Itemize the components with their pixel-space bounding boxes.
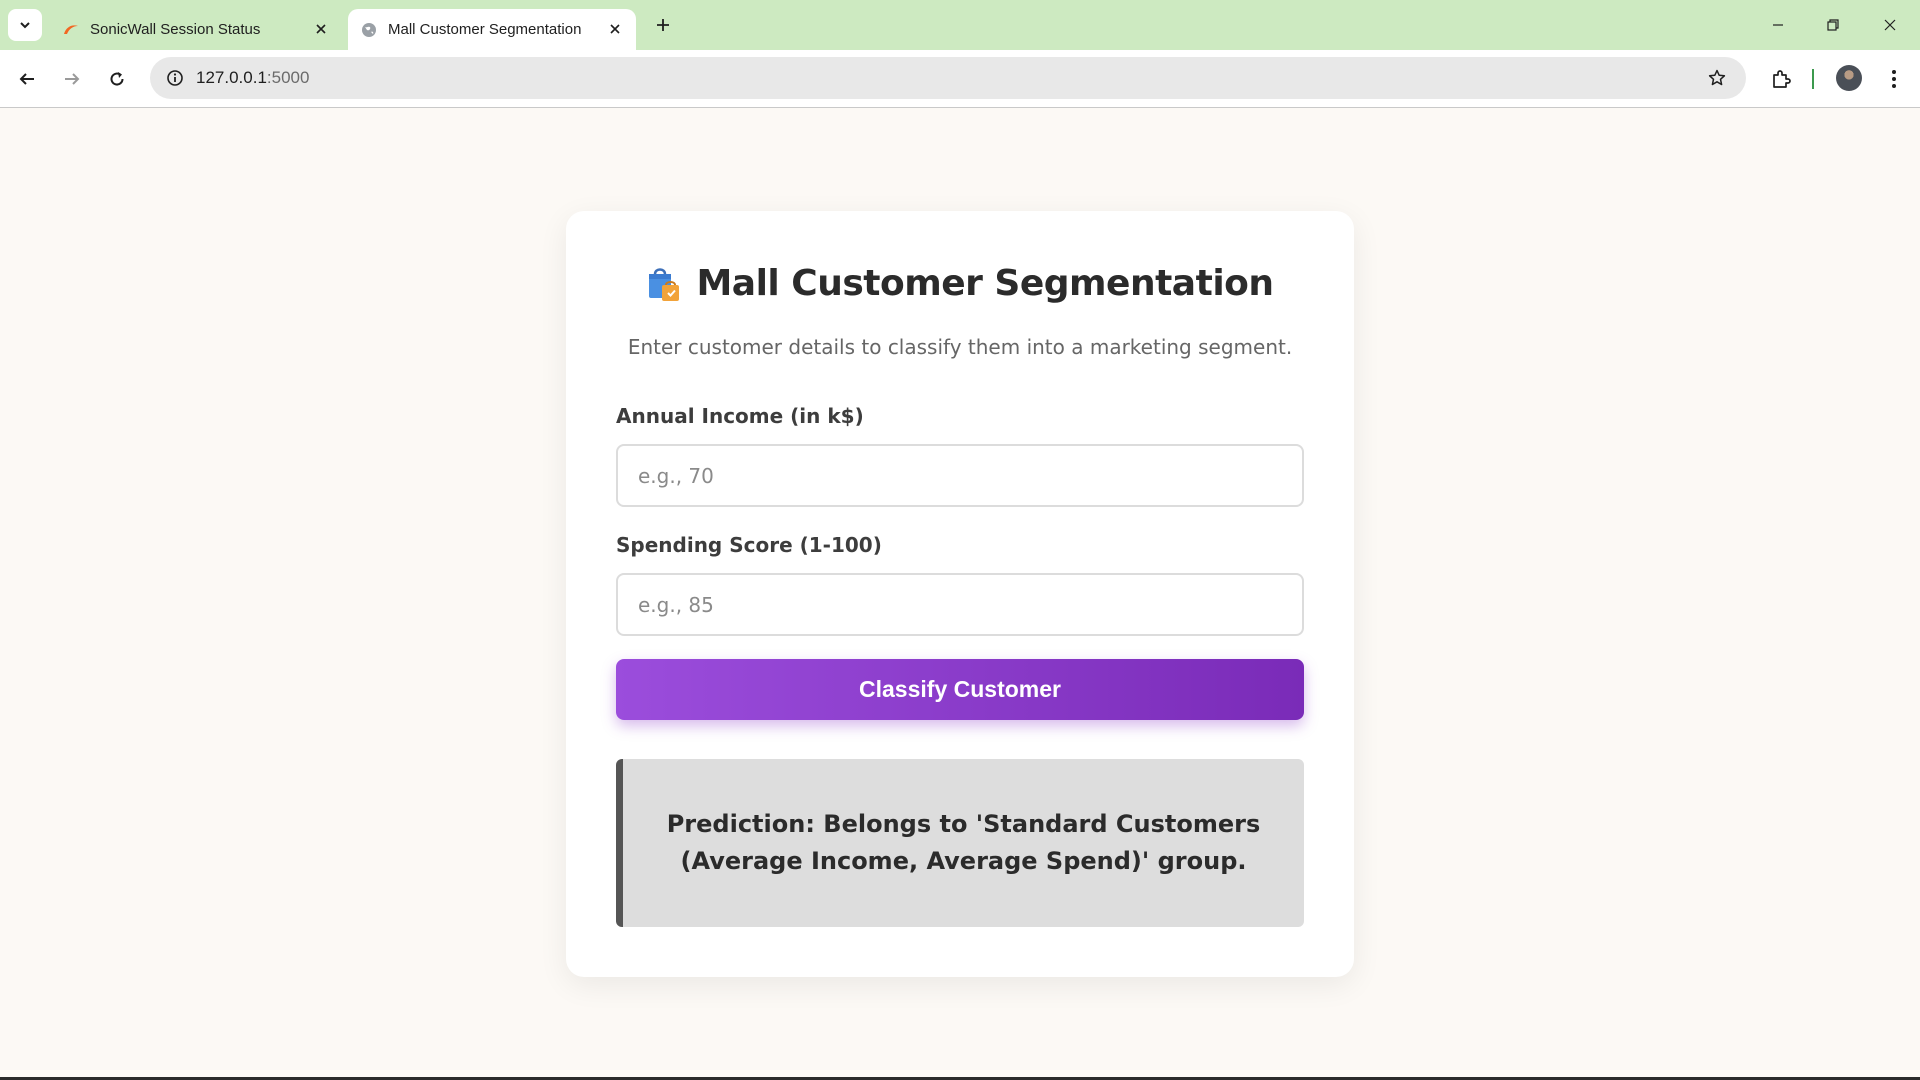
tab-strip: SonicWall Session Status Mall Customer S… [0, 0, 1920, 50]
arrow-right-icon [65, 73, 80, 85]
page-subtitle: Enter customer details to classify them … [627, 335, 1293, 359]
url-host: 127.0.0.1 [196, 68, 267, 87]
close-icon[interactable] [310, 18, 332, 40]
new-tab-button[interactable] [650, 12, 676, 38]
page-viewport: Mall Customer Segmentation Enter custome… [0, 109, 1920, 1080]
spending-score-input[interactable] [616, 573, 1304, 636]
tab-sonicwall[interactable]: SonicWall Session Status [50, 9, 342, 50]
segmentation-card: Mall Customer Segmentation Enter custome… [566, 211, 1354, 977]
tab-title: Mall Customer Segmentation [388, 21, 582, 38]
site-info-icon[interactable] [160, 63, 190, 93]
arrow-left-icon [19, 73, 34, 85]
annual-income-label: Annual Income (in k$) [616, 404, 864, 428]
globe-icon [360, 21, 378, 39]
prediction-result-text: Prediction: Belongs to 'Standard Custome… [666, 810, 1261, 875]
menu-button[interactable] [1878, 63, 1910, 95]
toolbar-divider [1812, 69, 1814, 89]
page-header: Mall Customer Segmentation [566, 263, 1354, 304]
page-title: Mall Customer Segmentation [696, 263, 1274, 304]
bookmark-star-icon[interactable] [1702, 63, 1732, 93]
spending-score-label: Spending Score (1-100) [616, 533, 882, 557]
address-bar[interactable]: 127.0.0.1:5000 [150, 57, 1746, 99]
profile-avatar[interactable] [1836, 65, 1862, 91]
back-button[interactable] [11, 63, 43, 95]
tab-title: SonicWall Session Status [90, 21, 261, 38]
extensions-button[interactable] [1765, 63, 1797, 95]
close-window-button[interactable] [1875, 10, 1905, 40]
browser-toolbar: 127.0.0.1:5000 [0, 50, 1920, 108]
plus-icon [657, 19, 669, 31]
forward-button[interactable] [56, 63, 88, 95]
kebab-menu-icon [1892, 70, 1896, 88]
minimize-icon [1773, 24, 1783, 26]
tab-mall-customer-segmentation[interactable]: Mall Customer Segmentation [348, 9, 636, 50]
close-icon[interactable] [604, 18, 626, 40]
prediction-result-box: Prediction: Belongs to 'Standard Custome… [616, 759, 1304, 927]
reload-icon [110, 72, 124, 86]
close-icon [1884, 19, 1896, 31]
classify-customer-button[interactable]: Classify Customer [616, 659, 1304, 720]
restore-icon [1827, 19, 1839, 31]
annual-income-input[interactable] [616, 444, 1304, 507]
sonicwall-icon [62, 21, 80, 39]
restore-button[interactable] [1818, 10, 1848, 40]
url-text: 127.0.0.1:5000 [196, 68, 309, 88]
minimize-button[interactable] [1763, 10, 1793, 40]
reload-button[interactable] [101, 63, 133, 95]
puzzle-icon [1773, 70, 1791, 88]
shopping-bags-icon [649, 267, 680, 301]
tab-search-button[interactable] [8, 9, 42, 41]
url-port: :5000 [266, 68, 310, 87]
chevron-down-icon [20, 22, 30, 29]
